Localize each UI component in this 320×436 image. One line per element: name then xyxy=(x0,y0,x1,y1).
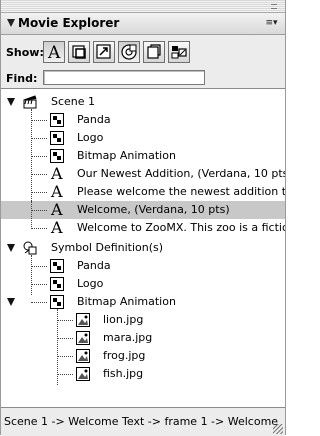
disclosure-triangle-icon[interactable] xyxy=(7,98,15,106)
disclosure-triangle-icon[interactable] xyxy=(7,298,15,306)
text-icon: A xyxy=(51,218,63,237)
buttons-movieclips-graphics-filter-icon xyxy=(72,45,86,59)
actionscript-filter-button[interactable] xyxy=(93,41,115,63)
tree-label: Please welcome the newest addition to xyxy=(77,185,285,198)
customize-filter-button[interactable] xyxy=(168,41,190,63)
tree-label: Bitmap Animation xyxy=(77,295,176,308)
text-icon: A xyxy=(51,200,63,219)
tree-row-text-selected[interactable]: A Welcome, (Verdana, 10 pts) xyxy=(1,201,285,219)
panel-drag-bar[interactable] xyxy=(1,0,285,13)
frames-layers-filter-icon xyxy=(147,44,161,59)
tree-connector xyxy=(57,374,73,375)
tree-row-bitmap-file[interactable]: fish.jpg xyxy=(1,365,285,383)
symbol-definitions-icon xyxy=(23,241,37,255)
tree-connector xyxy=(31,120,47,121)
scene-clapper-icon xyxy=(23,95,37,109)
actionscript-filter-icon xyxy=(96,44,111,59)
tree-label: mara.jpg xyxy=(103,331,153,344)
tree-connector xyxy=(31,174,47,175)
tree-row-symbol-definitions[interactable]: Symbol Definition(s) xyxy=(1,239,285,257)
find-input[interactable] xyxy=(43,70,205,85)
tree-row-bitmap-file[interactable]: mara.jpg xyxy=(1,329,285,347)
disclosure-triangle-icon[interactable] xyxy=(7,244,15,252)
tree-connector xyxy=(31,284,47,285)
tree-label: Panda xyxy=(77,259,111,272)
panel-header[interactable]: Movie Explorer ≡▾ xyxy=(1,13,285,35)
tree-connector xyxy=(57,320,73,321)
status-bar: Scene 1 -> Welcome Text -> frame 1 -> We… xyxy=(1,407,285,436)
tree-row-symbol-bitmap-animation[interactable]: Bitmap Animation xyxy=(1,293,285,311)
tree-label: Symbol Definition(s) xyxy=(51,241,164,254)
video-sound-bitmap-filter-icon xyxy=(121,44,137,60)
movieclip-symbol-icon xyxy=(50,295,64,309)
movieclip-symbol-icon xyxy=(50,259,64,273)
tree-connector xyxy=(57,338,73,339)
tree-row-logo[interactable]: Logo xyxy=(1,129,285,147)
tree-row-bitmap-file[interactable]: lion.jpg xyxy=(1,311,285,329)
tree-connector xyxy=(31,210,47,211)
tree-label: Welcome to ZooMX. This zoo is a fictio xyxy=(77,221,285,234)
panel-options-icon[interactable]: ≡▾ xyxy=(264,17,279,29)
tree-connector xyxy=(57,356,73,357)
tree-label: fish.jpg xyxy=(103,367,144,380)
movieclip-symbol-icon xyxy=(50,131,64,145)
tree-connector xyxy=(31,302,47,303)
text-icon: A xyxy=(51,182,63,201)
video-sound-bitmap-filter-button[interactable] xyxy=(118,41,140,63)
movie-tree[interactable]: Scene 1 Panda Logo Bitmap Animation A Ou… xyxy=(1,88,285,408)
show-label: Show: xyxy=(6,46,44,59)
tree-row-text[interactable]: A Welcome to ZooMX. This zoo is a fictio xyxy=(1,219,285,237)
bitmap-icon xyxy=(76,367,90,381)
panel-collapse-handle[interactable] xyxy=(271,4,277,9)
selection-path: Scene 1 -> Welcome Text -> frame 1 -> We… xyxy=(4,415,279,428)
tree-connector xyxy=(31,228,47,229)
find-label: Find: xyxy=(6,72,38,85)
tree-label: Panda xyxy=(77,113,111,126)
tree-row-text[interactable]: A Please welcome the newest addition to xyxy=(1,183,285,201)
tree-row-symbol-panda[interactable]: Panda xyxy=(1,257,285,275)
tree-label: Bitmap Animation xyxy=(77,149,176,162)
resize-grip-icon[interactable] xyxy=(273,424,283,434)
panel-title: Movie Explorer xyxy=(18,16,120,30)
tree-label: Our Newest Addition, (Verdana, 10 pts) xyxy=(77,167,285,180)
bitmap-icon xyxy=(76,313,90,327)
text-icon: A xyxy=(51,164,63,183)
tree-label: Scene 1 xyxy=(51,95,96,108)
movie-explorer-panel: Movie Explorer ≡▾ Show: A Find: Scene 1 … xyxy=(0,0,286,436)
tree-connector xyxy=(31,156,47,157)
frames-layers-filter-button[interactable] xyxy=(143,41,165,63)
tree-connector xyxy=(31,266,47,267)
tree-label: lion.jpg xyxy=(103,313,144,326)
tree-connector xyxy=(31,192,47,193)
bitmap-icon xyxy=(76,331,90,345)
movieclip-symbol-icon xyxy=(50,277,64,291)
movieclip-symbol-icon xyxy=(50,149,64,163)
tree-connector xyxy=(31,201,32,229)
buttons-movieclips-graphics-filter-button[interactable] xyxy=(68,41,90,63)
tree-row-symbol-logo[interactable]: Logo xyxy=(1,275,285,293)
bitmap-icon xyxy=(76,349,90,363)
tree-label: frog.jpg xyxy=(103,349,146,362)
tree-label: Logo xyxy=(77,131,104,144)
tree-row-scene[interactable]: Scene 1 xyxy=(1,93,285,111)
movieclip-symbol-icon xyxy=(50,113,64,127)
tree-connector xyxy=(31,138,47,139)
tree-row-panda[interactable]: Panda xyxy=(1,111,285,129)
tree-label: Welcome, (Verdana, 10 pts) xyxy=(77,203,230,216)
tree-row-bitmap-animation[interactable]: Bitmap Animation xyxy=(1,147,285,165)
collapse-triangle-icon[interactable] xyxy=(7,19,15,27)
text-filter-button[interactable]: A xyxy=(43,41,65,63)
tree-row-text[interactable]: A Our Newest Addition, (Verdana, 10 pts) xyxy=(1,165,285,183)
tree-label: Logo xyxy=(77,277,104,290)
customize-filter-icon xyxy=(171,46,187,59)
tree-row-bitmap-file[interactable]: frog.jpg xyxy=(1,347,285,365)
text-filter-icon: A xyxy=(47,43,61,61)
svg-text:A: A xyxy=(47,43,61,61)
